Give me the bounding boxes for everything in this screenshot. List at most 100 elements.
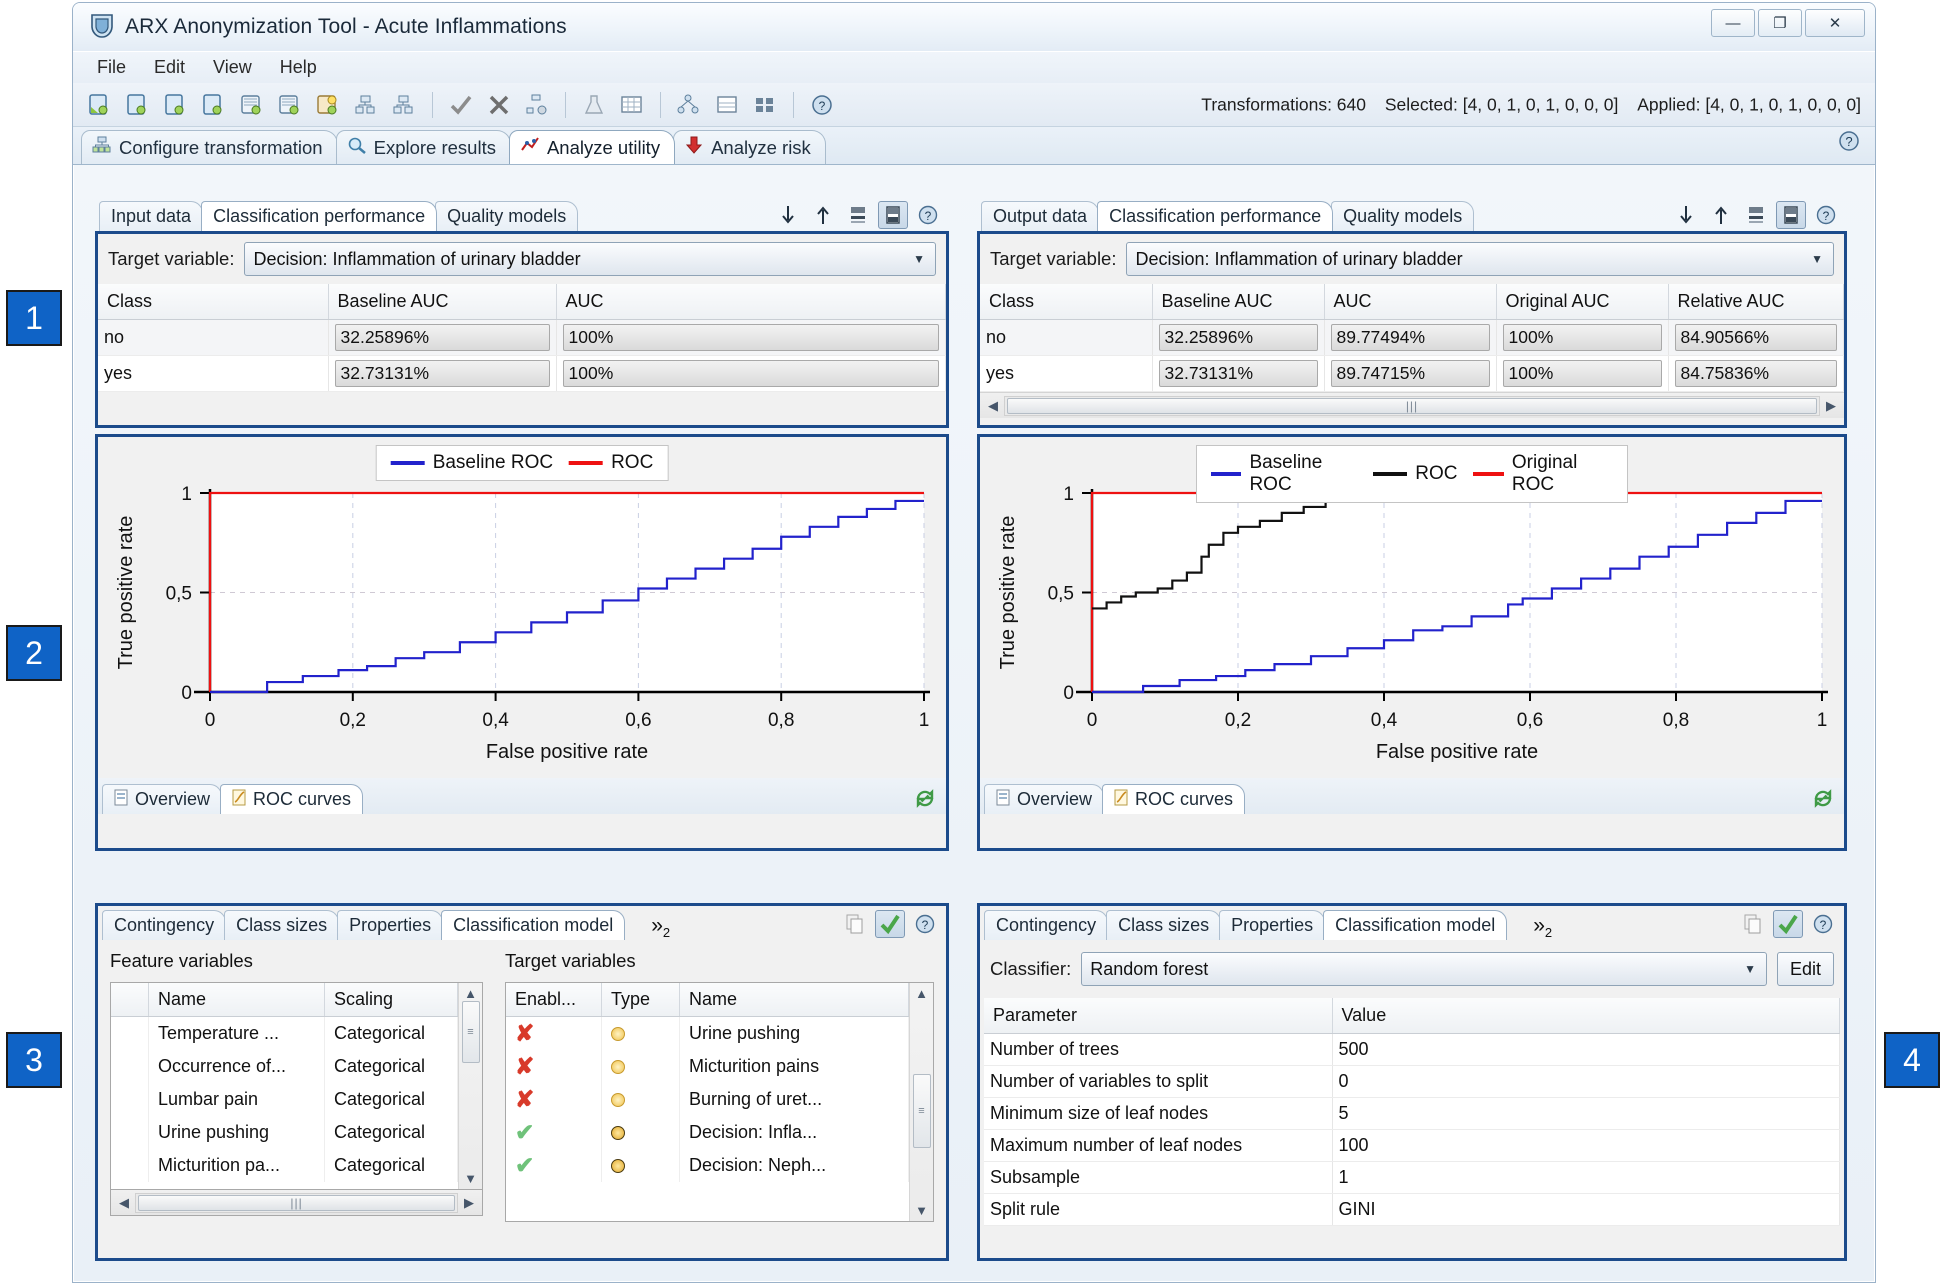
scroll-track[interactable]: ||| — [1004, 395, 1820, 416]
enabled-check-icon[interactable]: ✔ — [515, 1152, 534, 1179]
cancel-cross-icon[interactable] — [482, 88, 516, 122]
column-header[interactable]: Value — [1332, 998, 1840, 1034]
list-item[interactable]: Occurrence of... Categorical — [111, 1050, 482, 1083]
import-hierarchy-icon[interactable] — [311, 88, 345, 122]
tab-analyze-risk[interactable]: Analyze risk — [673, 130, 826, 164]
right-tab-quality-models[interactable]: Quality models — [1331, 201, 1475, 231]
data-table-icon[interactable] — [615, 88, 649, 122]
create-hierarchy-icon[interactable] — [349, 88, 383, 122]
sort-up-icon[interactable] — [808, 201, 838, 229]
table-row[interactable]: Number of trees 500 — [984, 1033, 1840, 1066]
close-button[interactable]: ✕ — [1805, 9, 1865, 37]
list-item[interactable]: ✔ Decision: Infla... — [506, 1116, 933, 1149]
right-target-variable-combo[interactable]: Decision: Inflammation of urinary bladde… — [1126, 242, 1834, 276]
table-row[interactable]: yes 32.73131% 89.74715% 100% 84.75836% — [980, 355, 1844, 392]
column-header[interactable]: Parameter — [984, 998, 1333, 1034]
apply-transformation-icon[interactable] — [520, 88, 554, 122]
tab-analyze-utility[interactable]: Analyze utility — [508, 130, 676, 164]
list-item[interactable]: Lumbar pain Categorical — [111, 1083, 482, 1116]
table-row[interactable]: no 32.25896% 89.77494% 100% 84.90566% — [980, 319, 1844, 356]
column-header[interactable]: AUC — [1324, 284, 1497, 320]
list-item[interactable]: ✘ Urine pushing — [506, 1017, 933, 1050]
scroll-up-icon[interactable]: ▲ — [915, 986, 928, 1001]
left-tab-quality-models[interactable]: Quality models — [435, 201, 579, 231]
column-header[interactable]: Class — [980, 284, 1153, 320]
scroll-thumb[interactable]: ||| — [1007, 397, 1817, 414]
br-tab-overflow[interactable]: »2 — [1533, 914, 1552, 940]
bl-tab-contingency[interactable]: Contingency — [102, 910, 227, 940]
menu-edit[interactable]: Edit — [142, 54, 197, 81]
br-tab-classification-model[interactable]: Classification model — [1323, 910, 1508, 940]
table-row[interactable]: Number of variables to split 0 — [984, 1065, 1840, 1098]
right-tab-classification-performance[interactable]: Classification performance — [1097, 201, 1334, 231]
apply-check-icon[interactable] — [875, 910, 905, 938]
rows-layout-icon[interactable] — [843, 201, 873, 229]
tab-explore-results[interactable]: Explore results — [335, 130, 511, 164]
sort-down-icon[interactable] — [1671, 201, 1701, 229]
bl-tab-classification-model[interactable]: Classification model — [441, 910, 626, 940]
left-tab-classification-performance[interactable]: Classification performance — [201, 201, 438, 231]
feature-variables-listbox[interactable]: Name Scaling Temperature ... Categorical … — [110, 982, 484, 1190]
list-view-icon[interactable] — [710, 88, 744, 122]
risk-analysis-icon[interactable] — [577, 88, 611, 122]
column-header[interactable]: Relative AUC — [1668, 284, 1844, 320]
feature-variables-vscrollbar[interactable]: ▲ ≡ ▼ — [458, 983, 483, 1189]
minimize-button[interactable]: — — [1711, 9, 1755, 37]
bl-tab-overflow[interactable]: »2 — [651, 914, 670, 940]
scroll-track[interactable]: ||| — [135, 1192, 459, 1213]
help-icon[interactable]: ? — [913, 201, 943, 229]
right-tab-output-data[interactable]: Output data — [981, 201, 1100, 231]
left-chart-tab-roc-curves[interactable]: ROC curves — [220, 784, 364, 814]
list-item[interactable]: Micturition pa... Categorical — [111, 1149, 482, 1182]
scroll-down-icon[interactable]: ▼ — [464, 1171, 477, 1186]
br-tab-properties[interactable]: Properties — [1219, 910, 1326, 940]
tab-configure-transformation[interactable]: Configure transformation — [81, 130, 338, 164]
enabled-check-icon[interactable]: ✔ — [515, 1119, 534, 1146]
scroll-left-icon[interactable]: ◀ — [982, 398, 1004, 414]
scroll-right-icon[interactable]: ▶ — [458, 1195, 480, 1211]
column-header[interactable]: AUC — [556, 284, 946, 320]
scroll-thumb[interactable]: ≡ — [912, 1074, 931, 1148]
right-chart-tab-roc-curves[interactable]: ROC curves — [1102, 784, 1246, 814]
left-target-variable-combo[interactable]: Decision: Inflammation of urinary bladde… — [244, 242, 936, 276]
refresh-icon[interactable] — [1808, 784, 1838, 812]
column-header[interactable]: Baseline AUC — [1152, 284, 1325, 320]
table-row[interactable]: Minimum size of leaf nodes 5 — [984, 1097, 1840, 1130]
import-data-icon[interactable] — [235, 88, 269, 122]
scroll-up-icon[interactable]: ▲ — [464, 986, 477, 1001]
column-header[interactable]: Enabl... — [506, 983, 603, 1016]
lattice-icon[interactable] — [672, 88, 706, 122]
list-item[interactable]: ✘ Burning of uret... — [506, 1083, 933, 1116]
list-item[interactable]: Temperature ... Categorical — [111, 1017, 482, 1050]
copy-icon[interactable] — [840, 910, 870, 938]
column-header[interactable]: Class — [98, 284, 329, 320]
table-row[interactable]: Subsample 1 — [984, 1161, 1840, 1194]
save-project-icon[interactable] — [159, 88, 193, 122]
scroll-down-icon[interactable]: ▼ — [915, 1203, 928, 1218]
right-chart-tab-overview[interactable]: Overview — [984, 784, 1105, 814]
bl-tab-properties[interactable]: Properties — [337, 910, 444, 940]
scroll-thumb[interactable]: ||| — [138, 1194, 456, 1211]
column-header[interactable]: Type — [602, 983, 681, 1016]
table-row[interactable]: Maximum number of leaf nodes 100 — [984, 1129, 1840, 1162]
sort-down-icon[interactable] — [773, 201, 803, 229]
new-project-icon[interactable] — [121, 88, 155, 122]
target-variables-vscrollbar[interactable]: ▲ ≡ ▼ — [909, 983, 933, 1221]
main-help-icon[interactable]: ? — [1837, 129, 1861, 158]
left-chart-tab-overview[interactable]: Overview — [102, 784, 223, 814]
edit-classifier-button[interactable]: Edit — [1776, 952, 1834, 986]
list-item[interactable]: Urine pushing Categorical — [111, 1116, 482, 1149]
copy-icon[interactable] — [1738, 910, 1768, 938]
help-icon[interactable]: ? — [1808, 910, 1838, 938]
right-table-hscrollbar[interactable]: ◀ ||| ▶ — [980, 392, 1844, 418]
help-icon[interactable]: ? — [910, 910, 940, 938]
disabled-cross-icon[interactable]: ✘ — [515, 1020, 534, 1047]
column-header[interactable]: Baseline AUC — [328, 284, 557, 320]
scroll-right-icon[interactable]: ▶ — [1820, 398, 1842, 414]
menu-view[interactable]: View — [201, 54, 264, 81]
menu-help[interactable]: Help — [268, 54, 329, 81]
target-variables-listbox[interactable]: Enabl... Type Name ✘ Urine pushing ✘ Mictu… — [505, 982, 934, 1222]
export-data-icon[interactable] — [273, 88, 307, 122]
column-header[interactable]: Scaling — [325, 983, 459, 1016]
toolbar-help-icon[interactable]: ? — [805, 88, 839, 122]
